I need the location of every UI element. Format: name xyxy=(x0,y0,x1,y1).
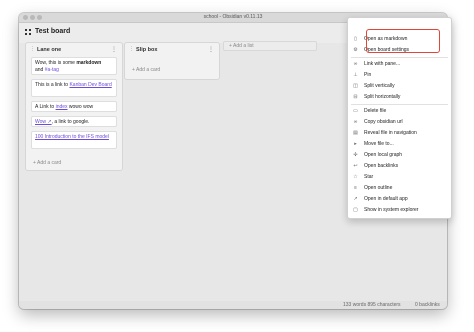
menu-divider xyxy=(351,57,448,58)
folder-icon: ▤ xyxy=(353,130,358,136)
board-title: Test board xyxy=(35,28,71,35)
kanban-card[interactable]: Wow, this is some markdown and #a-tag xyxy=(31,57,117,75)
card-link[interactable]: 100 Introduction to the IFS model xyxy=(35,134,109,140)
split-horizontal-icon: ⊟ xyxy=(353,94,358,100)
menu-divider xyxy=(351,104,448,105)
lane-menu-icon[interactable]: ⋮ xyxy=(208,46,214,53)
add-list-button[interactable]: + Add a list xyxy=(223,41,317,51)
gear-icon: ⚙ xyxy=(353,47,358,53)
explorer-icon: ▢ xyxy=(353,207,358,213)
add-card-button[interactable]: + Add a card xyxy=(132,67,160,73)
document-icon: ▯ xyxy=(354,36,357,42)
menu-item-link-with-pane[interactable]: ∞ Link with pane... xyxy=(348,60,451,69)
outline-icon: ≡ xyxy=(354,185,357,191)
menu-item-show-in-system-explorer[interactable]: ▢ Show in system explorer xyxy=(348,206,451,215)
menu-item-reveal-file-in-navigation[interactable]: ▤ Reveal file in navigation xyxy=(348,129,451,138)
drag-handle-icon[interactable]: ⋮ xyxy=(129,46,134,52)
menu-item-split-horizontally[interactable]: ⊟ Split horizontally xyxy=(348,93,451,102)
card-link[interactable]: Wow ↗ xyxy=(35,119,52,125)
menu-item-label: Move file to... xyxy=(364,141,394,147)
card-tag[interactable]: #a-tag xyxy=(45,67,59,73)
menu-item-open-in-default-app[interactable]: ↗ Open in default app xyxy=(348,195,451,204)
menu-item-pin[interactable]: ⊥ Pin xyxy=(348,71,451,80)
add-card-button[interactable]: + Add a card xyxy=(33,160,61,166)
menu-item-label: Open outline xyxy=(364,185,393,191)
kanban-card[interactable]: Wow ↗, a link to google. xyxy=(31,116,117,127)
lane-lane-one: ⋮ Lane one ⋮ Wow, this is some markdown … xyxy=(25,42,123,171)
graph-icon: ✣ xyxy=(353,152,358,158)
menu-item-delete-file[interactable]: ▭ Delete file xyxy=(348,107,451,116)
card-text: A Link to xyxy=(35,104,56,110)
menu-item-label: Pin xyxy=(364,72,372,78)
split-vertical-icon: ◫ xyxy=(353,83,358,89)
menu-item-label: Open backlinks xyxy=(364,163,399,169)
card-link[interactable]: index xyxy=(56,104,68,110)
kanban-card[interactable]: This is a link to Kanban Dev Board xyxy=(31,79,117,97)
menu-item-label: Open local graph xyxy=(364,152,403,158)
menu-item-label: Delete file xyxy=(364,108,387,114)
menu-item-label: Open in default app xyxy=(364,196,408,202)
word-count: 133 words 895 characters xyxy=(343,302,401,308)
link-icon: ∞ xyxy=(353,61,358,67)
menu-item-label: Show in system explorer xyxy=(364,207,419,213)
card-text: , a link to google. xyxy=(51,119,90,125)
menu-item-move-file[interactable]: ▸ Move file to... xyxy=(348,140,451,149)
card-text: Wow, this is some xyxy=(35,60,77,66)
pin-icon: ⊥ xyxy=(353,72,358,78)
menu-item-open-outline[interactable]: ≡ Open outline xyxy=(348,184,451,193)
card-link[interactable]: Kanban Dev Board xyxy=(69,82,111,88)
menu-item-label: Link with pane... xyxy=(364,61,401,67)
menu-item-label: Split horizontally xyxy=(364,94,401,100)
kanban-card[interactable]: A Link to index wowo wow xyxy=(31,101,117,112)
kanban-card[interactable]: 100 Introduction to the IFS model xyxy=(31,131,117,149)
menu-item-split-vertically[interactable]: ◫ Split vertically xyxy=(348,82,451,91)
menu-item-star[interactable]: ☆ Star xyxy=(348,173,451,182)
link-icon: ∞ xyxy=(353,119,358,125)
menu-item-open-backlinks[interactable]: ↩ Open backlinks xyxy=(348,162,451,171)
menu-item-label: Copy obsidian url xyxy=(364,119,403,125)
card-text: This is a link to xyxy=(35,82,70,88)
card-text: wowo wow xyxy=(67,104,94,110)
lane-slip-box: ⋮ Slip box ⋮ + Add a card xyxy=(124,42,220,80)
menu-item-open-local-graph[interactable]: ✣ Open local graph xyxy=(348,151,451,160)
card-text: and xyxy=(35,67,45,73)
external-app-icon: ↗ xyxy=(353,196,358,202)
status-bar: 133 words 895 characters 0 backlinks xyxy=(19,301,447,309)
drag-handle-icon[interactable]: ⋮ xyxy=(30,46,35,52)
menu-item-label: Reveal file in navigation xyxy=(364,130,417,136)
trash-icon: ▭ xyxy=(353,108,358,114)
menu-item-label: Star xyxy=(364,174,374,180)
lane-title[interactable]: Slip box xyxy=(136,47,157,53)
backlinks-icon: ↩ xyxy=(353,163,358,169)
lane-title[interactable]: Lane one xyxy=(37,47,61,53)
card-bold-text: markdown xyxy=(76,60,102,66)
menu-item-copy-obsidian-url[interactable]: ∞ Copy obsidian url xyxy=(348,118,451,127)
menu-item-label: Split vertically xyxy=(364,83,395,89)
highlight-annotation xyxy=(366,29,440,53)
move-icon: ▸ xyxy=(354,141,357,147)
backlink-count: 0 backlinks xyxy=(415,302,440,308)
star-icon: ☆ xyxy=(353,174,358,180)
lane-menu-icon[interactable]: ⋮ xyxy=(111,46,117,53)
board-grid-icon xyxy=(25,29,31,35)
